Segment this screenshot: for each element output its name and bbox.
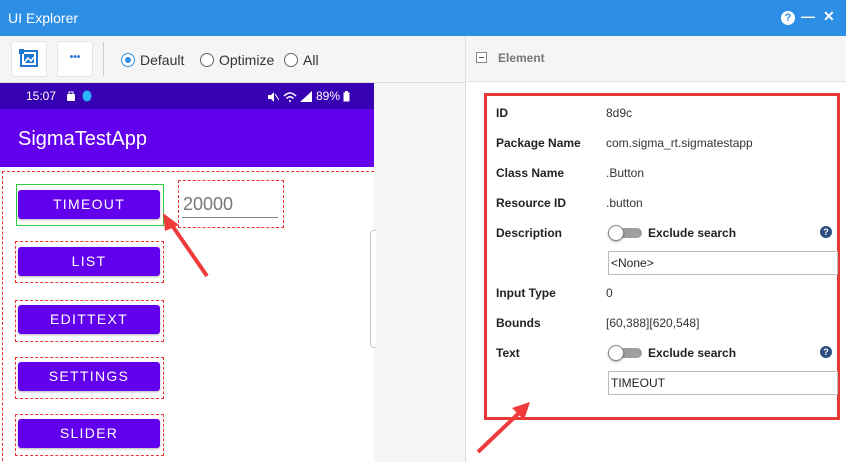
collapse-icon[interactable] <box>476 52 487 63</box>
qq-icon <box>82 90 92 102</box>
help-icon[interactable]: ? <box>781 8 795 25</box>
toolbar: ••• Default Optimize All <box>0 36 466 83</box>
mute-icon <box>268 92 279 102</box>
panel-divider[interactable] <box>465 36 466 462</box>
device-status-bar: 15:07 89% <box>0 83 374 109</box>
mode-radio-default[interactable]: Default <box>121 52 184 68</box>
status-battery: 89% <box>316 89 341 103</box>
toolbar-separator <box>103 42 104 76</box>
preview-gutter <box>374 83 466 462</box>
text-field[interactable]: TIMEOUT <box>608 371 838 395</box>
app-bar: SigmaTestApp <box>0 109 374 167</box>
notification-icon <box>67 91 75 101</box>
element-properties: ID 8d9c Package Name com.sigma_rt.sigmat… <box>484 93 840 420</box>
window-title: UI Explorer <box>8 10 79 26</box>
minimize-button[interactable]: — <box>801 8 815 24</box>
wifi-icon <box>283 92 297 102</box>
slider-button[interactable]: SLIDER <box>18 419 160 448</box>
list-button[interactable]: LIST <box>18 247 160 276</box>
more-icon: ••• <box>69 52 81 63</box>
radio-selected-icon <box>121 53 135 67</box>
text-exclude-toggle[interactable] <box>608 345 642 361</box>
more-options-button[interactable]: ••• <box>57 41 93 77</box>
help-icon[interactable]: ? <box>820 346 832 358</box>
mode-radio-optimize[interactable]: Optimize <box>200 52 274 68</box>
status-time: 15:07 <box>26 89 57 103</box>
pointer-arrow-icon <box>163 213 209 278</box>
element-header-label: Element <box>498 51 545 65</box>
text-exclude-label: Exclude search <box>648 346 737 360</box>
device-screen[interactable]: 15:07 89% SigmaTestApp TIMEOUT 20000 LIS… <box>0 83 374 462</box>
description-exclude-label: Exclude search <box>648 226 737 240</box>
splitter-handle[interactable] <box>370 230 376 348</box>
signal-icon <box>300 91 312 102</box>
mode-label: Optimize <box>219 52 275 68</box>
pointer-arrow-icon <box>476 402 530 454</box>
edittext-button[interactable]: EDITTEXT <box>18 305 160 334</box>
settings-button[interactable]: SETTINGS <box>18 362 160 391</box>
timeout-button[interactable]: TIMEOUT <box>18 190 160 219</box>
app-title: SigmaTestApp <box>18 128 147 150</box>
mode-label: Default <box>140 52 185 68</box>
description-exclude-toggle[interactable] <box>608 225 642 241</box>
mode-radio-all[interactable]: All <box>284 52 319 68</box>
help-icon[interactable]: ? <box>820 226 832 238</box>
screenshot-icon <box>19 49 38 67</box>
radio-unselected-icon <box>284 53 298 67</box>
battery-icon <box>343 91 350 102</box>
title-bar: UI Explorer ? — ✕ <box>0 0 846 36</box>
element-panel-header[interactable]: Element <box>466 36 846 82</box>
radio-unselected-icon <box>200 53 214 67</box>
mode-label: All <box>303 52 319 68</box>
screenshot-button[interactable] <box>11 41 47 77</box>
description-field[interactable]: <None> <box>608 251 838 275</box>
close-button[interactable]: ✕ <box>823 8 835 25</box>
